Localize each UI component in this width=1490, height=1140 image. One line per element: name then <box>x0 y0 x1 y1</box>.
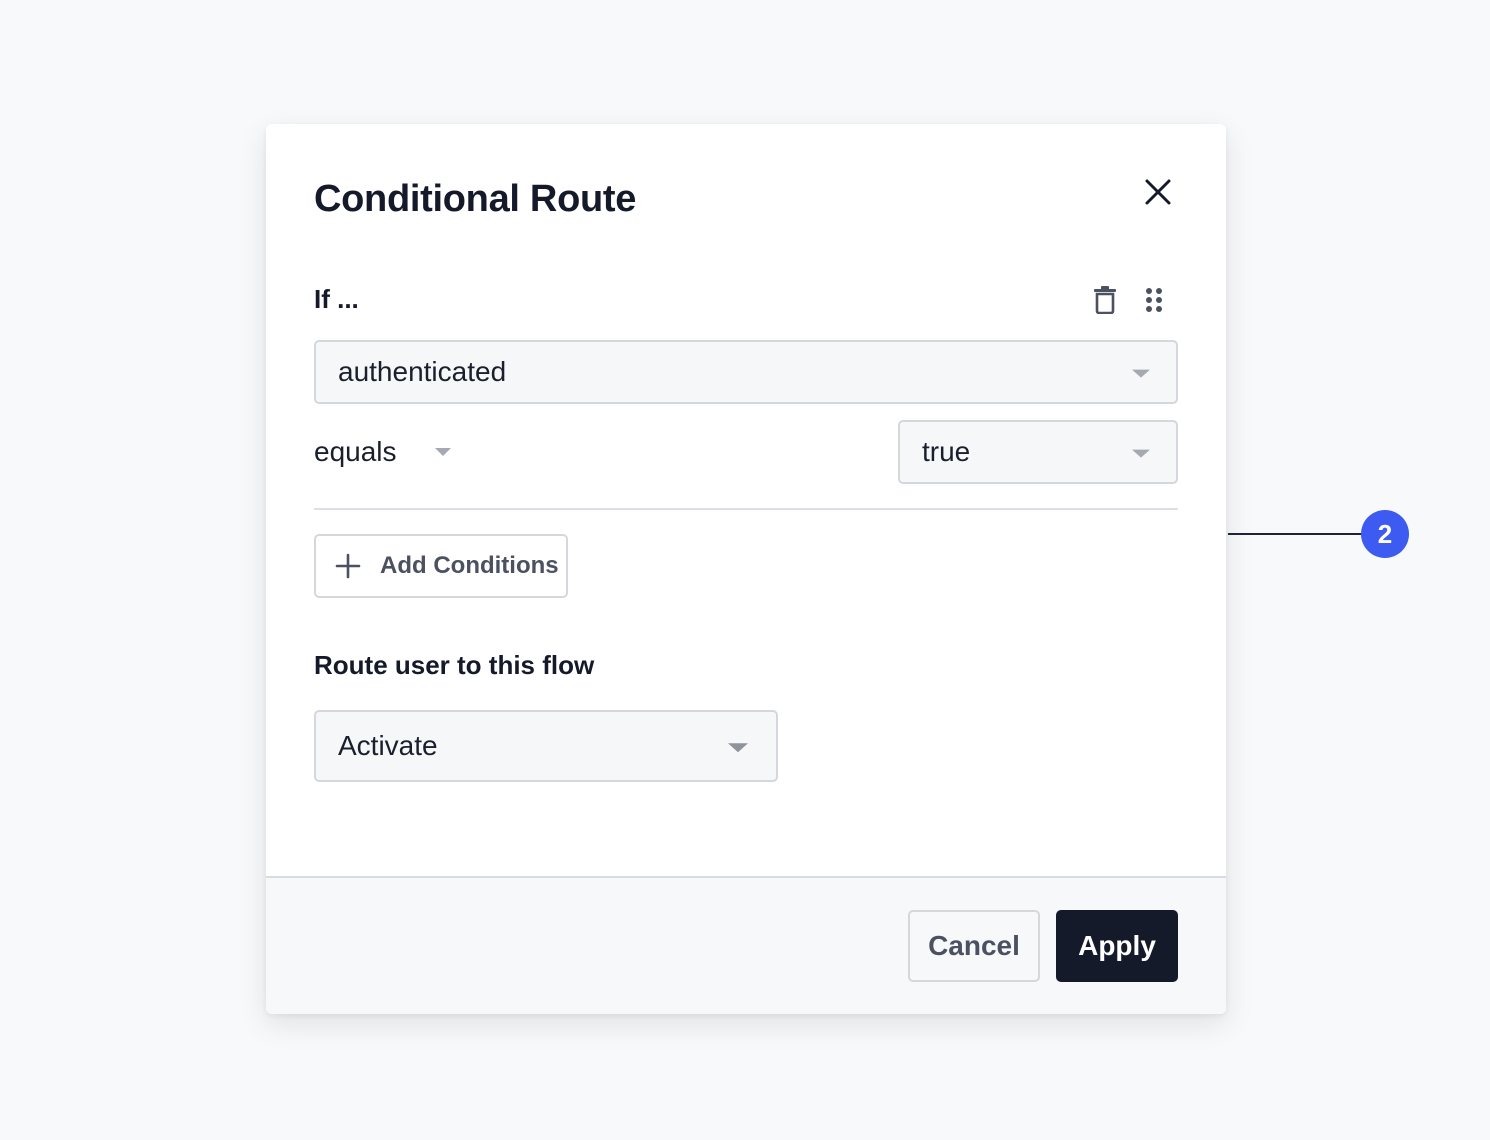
route-flow-label: Route user to this flow <box>314 650 595 680</box>
modal-footer: Cancel Apply <box>266 876 1226 1014</box>
chevron-down-icon <box>1132 369 1150 378</box>
value-select[interactable]: true <box>898 420 1178 484</box>
trash-icon[interactable] <box>1092 286 1118 315</box>
conditional-route-modal: Conditional Route If ... authenticated e… <box>266 124 1226 1014</box>
chevron-down-icon <box>434 448 451 456</box>
plus-icon <box>335 553 361 579</box>
value-select-value: true <box>922 436 971 467</box>
add-conditions-label: Add Conditions <box>380 552 559 579</box>
operator-select-value: equals <box>314 436 397 467</box>
flow-select-value: Activate <box>338 730 438 761</box>
drag-handle-icon[interactable] <box>1144 287 1164 313</box>
chevron-down-icon <box>728 743 748 753</box>
add-conditions-button[interactable]: Add Conditions <box>314 534 568 598</box>
cancel-button[interactable]: Cancel <box>908 910 1040 982</box>
callout-badge: 2 <box>1361 510 1409 558</box>
close-icon[interactable] <box>1142 176 1174 208</box>
condition-label: If ... <box>314 284 359 314</box>
field-select[interactable]: authenticated <box>314 340 1178 404</box>
apply-button[interactable]: Apply <box>1056 910 1178 982</box>
chevron-down-icon <box>1132 449 1150 458</box>
operator-select[interactable]: equals <box>314 430 451 474</box>
modal-title: Conditional Route <box>314 178 637 220</box>
flow-select[interactable]: Activate <box>314 710 778 782</box>
divider <box>314 508 1178 510</box>
callout-line <box>1228 533 1364 535</box>
field-select-value: authenticated <box>338 356 507 387</box>
